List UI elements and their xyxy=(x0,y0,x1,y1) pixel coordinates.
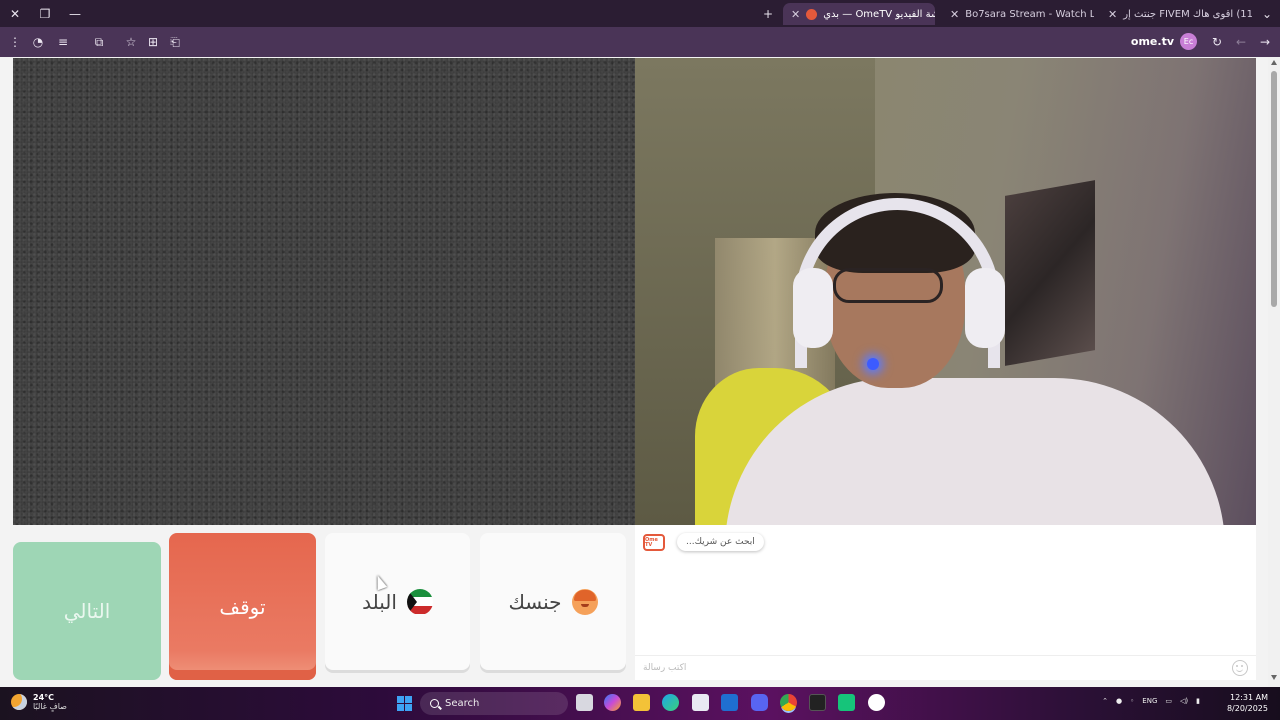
edge-icon[interactable] xyxy=(662,694,679,711)
stop-label: توقف xyxy=(219,594,266,619)
stop-button[interactable]: توقف xyxy=(169,533,316,680)
country-label: البلد xyxy=(362,589,397,614)
self-camera-video xyxy=(635,58,1256,525)
windows-start-icon[interactable] xyxy=(397,696,412,711)
terminal-icon[interactable] xyxy=(809,694,826,711)
weather-widget[interactable]: 24°C صافٍ غالبًا xyxy=(11,693,67,711)
reload-icon[interactable]: ↻ xyxy=(1208,33,1226,51)
gender-button[interactable]: جنسك xyxy=(480,533,626,670)
chrome-icon[interactable] xyxy=(780,694,797,711)
scroll-up-icon[interactable] xyxy=(1271,60,1277,65)
tab-label: دردشة الفيديو OmeTV — بدي xyxy=(823,8,935,20)
chat-message-input[interactable] xyxy=(643,660,1203,676)
chat-panel: Ome TV ابحث عن شريك... xyxy=(635,525,1256,680)
browser-toolbar: ⋮ ◔ ≡ ⧉ ☆ ⊞ ⎗ ome.tv Ec ↻ ← → xyxy=(0,27,1280,57)
outlook-icon[interactable] xyxy=(721,694,738,711)
ometv-logo: Ome TV xyxy=(643,534,665,551)
app-icon[interactable] xyxy=(838,694,855,711)
tab-groups-icon[interactable]: ⊞ xyxy=(144,33,162,51)
restore-window-icon[interactable]: ❐ xyxy=(36,5,54,23)
tab-search-icon[interactable]: ⌄ xyxy=(1258,5,1276,23)
close-tab-icon[interactable]: ✕ xyxy=(1108,8,1117,21)
next-label: التالي xyxy=(63,599,111,623)
weather-moon-icon xyxy=(11,694,27,710)
tab-bo7sara[interactable]: ✕ Bo7sara Stream - Watch Live on xyxy=(942,3,1094,25)
page-content: التالي توقف البلد جنسك Ome TV ابحث عن شر… xyxy=(0,57,1280,687)
video-mic-light xyxy=(867,358,879,370)
tray-app-icon[interactable]: ● xyxy=(1116,697,1122,705)
obs-icon[interactable] xyxy=(868,694,885,711)
volume-icon[interactable]: ◁) xyxy=(1180,697,1188,705)
reading-list-icon[interactable]: ≡ xyxy=(54,33,72,51)
next-button[interactable]: التالي xyxy=(13,542,161,680)
video-headphone-cup xyxy=(793,268,833,348)
scroll-thumb[interactable] xyxy=(1271,71,1277,307)
taskbar-clock[interactable]: 12:31 AM 8/20/2025 xyxy=(1227,692,1268,714)
close-tab-icon[interactable]: ✕ xyxy=(950,8,959,21)
tab-youtube[interactable]: ✕ (1174) اقوى هاك FIVEM جنتث إر xyxy=(1100,3,1252,25)
close-window-icon[interactable]: ✕ xyxy=(6,5,24,23)
extension-icon[interactable]: ◔ xyxy=(29,33,47,51)
discord-icon[interactable] xyxy=(751,694,768,711)
windows-taskbar: 24°C صافٍ غالبًا Search ⌃ ● ◦ ENG ▭ ◁) ▮… xyxy=(0,687,1280,720)
language-indicator[interactable]: ENG xyxy=(1142,697,1157,705)
taskbar-search[interactable]: Search xyxy=(420,692,568,715)
store-icon[interactable] xyxy=(692,694,709,711)
file-explorer-icon[interactable] xyxy=(633,694,650,711)
partner-video-static xyxy=(13,58,635,525)
tray-chevron-icon[interactable]: ⌃ xyxy=(1102,697,1108,705)
page-scrollbar[interactable] xyxy=(1268,57,1280,687)
extensions-icon[interactable]: ⧉ xyxy=(90,33,108,51)
task-view-icon[interactable] xyxy=(576,694,593,711)
video-headphone-cup xyxy=(965,268,1005,348)
tab-label: Bo7sara Stream - Watch Live on xyxy=(965,8,1094,20)
scroll-down-icon[interactable] xyxy=(1271,675,1277,680)
kuwait-flag-icon xyxy=(406,588,433,615)
install-app-icon[interactable]: ⎗ xyxy=(166,33,184,51)
bookmark-star-icon[interactable]: ☆ xyxy=(122,33,140,51)
tab-label: (1174) اقوى هاك FIVEM جنتث إر xyxy=(1123,8,1252,20)
minimize-window-icon[interactable]: — xyxy=(66,5,84,23)
battery-icon[interactable]: ▮ xyxy=(1196,697,1200,705)
clock-date: 8/20/2025 xyxy=(1226,704,1268,713)
country-button[interactable]: البلد xyxy=(325,533,470,670)
smiley-icon[interactable] xyxy=(1232,660,1248,676)
copilot-icon[interactable] xyxy=(604,694,621,711)
weather-temperature: 24°C xyxy=(33,693,55,702)
woman-emoji-icon xyxy=(571,588,598,615)
chat-input-bar xyxy=(635,655,1256,680)
tray-mic-icon[interactable]: ◦ xyxy=(1130,697,1134,705)
new-tab-icon[interactable]: + xyxy=(759,5,777,23)
menu-icon[interactable]: ⋮ xyxy=(6,33,24,51)
forward-icon[interactable]: ← xyxy=(1232,33,1250,51)
search-icon xyxy=(430,699,439,708)
profile-avatar[interactable]: Ec xyxy=(1180,33,1197,50)
search-label: Search xyxy=(445,698,480,709)
weather-description: صافٍ غالبًا xyxy=(33,702,67,711)
address-bar[interactable]: ome.tv xyxy=(1131,35,1174,48)
chat-status-message: ابحث عن شريك... xyxy=(677,533,764,551)
gender-label: جنسك xyxy=(508,589,562,614)
network-icon[interactable]: ▭ xyxy=(1165,697,1172,705)
tab-strip: ✕ ❐ — + ✕ دردشة الفيديو OmeTV — بدي ✕ Bo… xyxy=(0,0,1280,27)
video-posters xyxy=(1005,180,1095,366)
system-tray: ⌃ ● ◦ ENG ▭ ◁) ▮ xyxy=(1102,697,1200,705)
close-tab-icon[interactable]: ✕ xyxy=(791,8,800,21)
clock-time: 12:31 AM xyxy=(1230,693,1268,702)
tab-ometv[interactable]: ✕ دردشة الفيديو OmeTV — بدي xyxy=(783,3,935,25)
ometv-favicon-icon xyxy=(806,8,818,20)
back-icon[interactable]: → xyxy=(1256,33,1274,51)
